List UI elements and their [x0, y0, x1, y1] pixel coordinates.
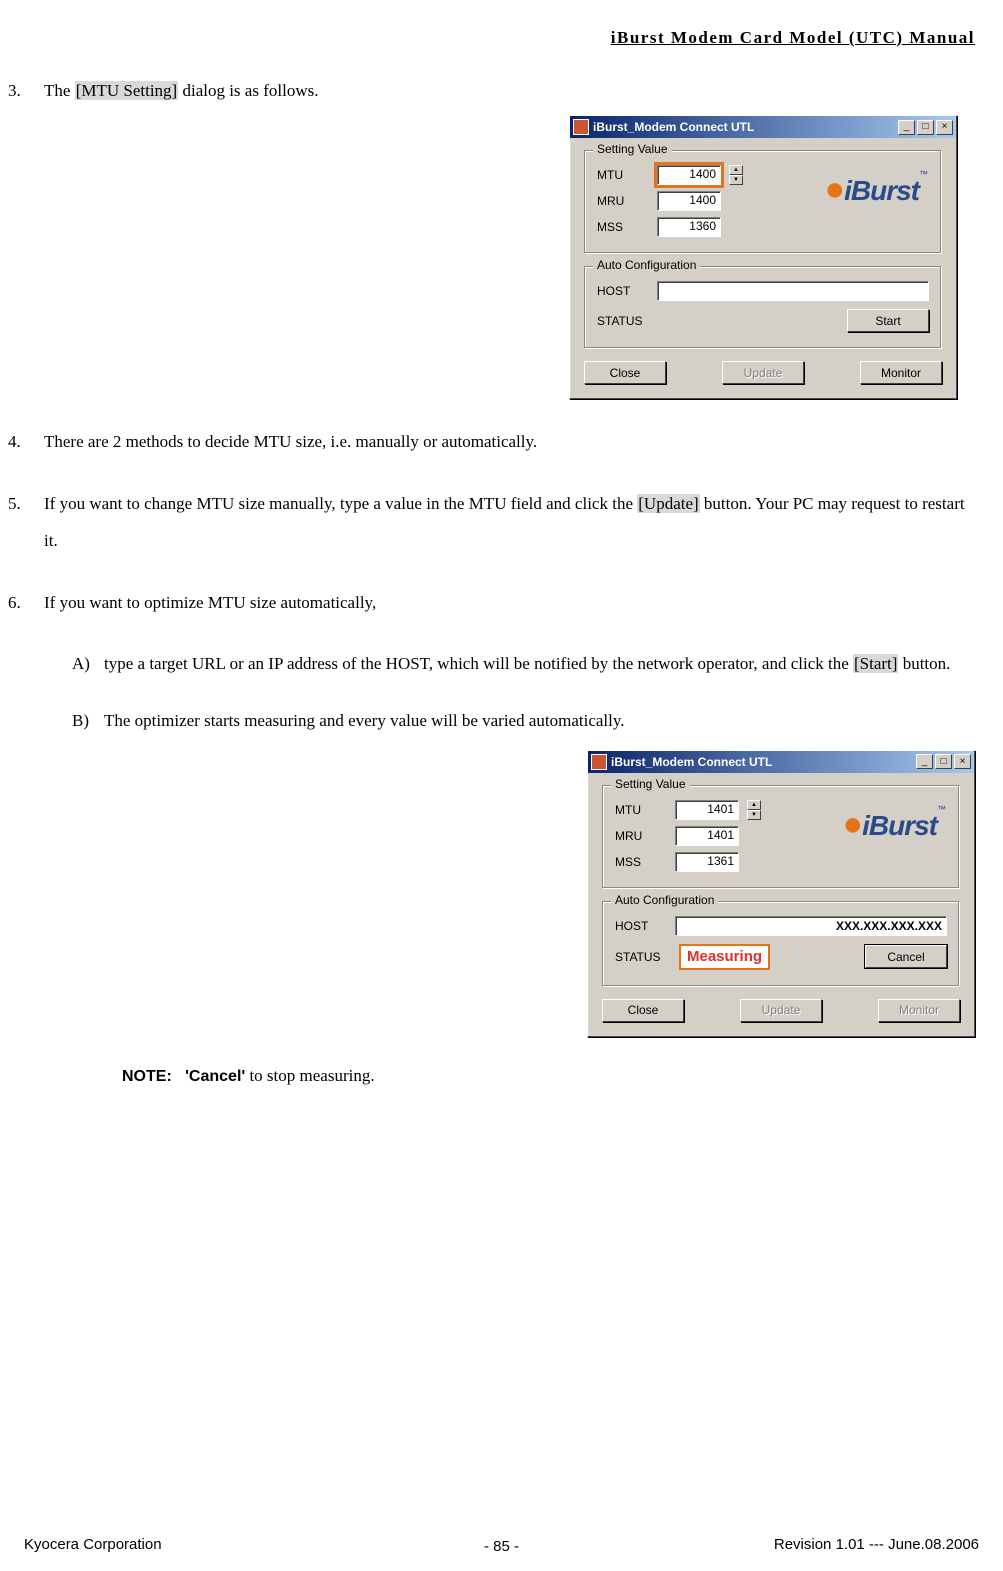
close-button[interactable]: ×	[936, 120, 953, 135]
iburst-logo: ●iBurst™	[825, 169, 927, 210]
update-button[interactable]: Update	[722, 361, 804, 384]
li6-text: If you want to optimize MTU size automat…	[44, 593, 376, 612]
host-label: HOST	[597, 284, 649, 298]
mtu-input[interactable]: 1401	[675, 800, 739, 820]
mtu-dialog-2: iBurst_Modem Connect UTL _ □ × Setting V…	[587, 750, 975, 1037]
group-setting-value: Setting Value	[611, 777, 690, 791]
list-item-4: There are 2 methods to decide MTU size, …	[8, 423, 975, 460]
group-setting-value: Setting Value	[593, 142, 672, 156]
spin-up-icon[interactable]: ▲	[747, 800, 761, 810]
mru-label: MRU	[597, 194, 649, 208]
iburst-logo: ●iBurst™	[843, 804, 945, 845]
update-button[interactable]: Update	[740, 999, 822, 1022]
li3-highlight: [MTU Setting]	[75, 81, 179, 100]
mss-label: MSS	[597, 220, 649, 234]
close-dialog-button[interactable]: Close	[602, 999, 684, 1022]
mss-input[interactable]: 1360	[657, 217, 721, 237]
spin-down-icon[interactable]: ▼	[747, 810, 761, 820]
minimize-button[interactable]: _	[916, 754, 933, 769]
li5-highlight: [Update]	[637, 494, 699, 513]
host-label: HOST	[615, 919, 667, 933]
list-item-6: If you want to optimize MTU size automat…	[8, 584, 975, 1095]
cancel-button[interactable]: Cancel	[865, 945, 947, 968]
list-item-3: The [MTU Setting] dialog is as follows. …	[8, 72, 975, 399]
host-input[interactable]	[657, 281, 929, 301]
status-label: STATUS	[615, 950, 671, 964]
host-input[interactable]: XXX.XXX.XXX.XXX	[675, 916, 947, 936]
minimize-button[interactable]: _	[898, 120, 915, 135]
mtu-spinner[interactable]: ▲▼	[747, 800, 761, 820]
sub-item-b: B) The optimizer starts measuring and ev…	[72, 702, 975, 1036]
note-rest: to stop measuring.	[245, 1066, 374, 1085]
list-item-5: If you want to change MTU size manually,…	[8, 485, 975, 560]
li6a-highlight: [Start]	[853, 654, 898, 673]
mtu-dialog-1: iBurst_Modem Connect UTL _ □ × Setting V…	[569, 115, 957, 399]
maximize-button[interactable]: □	[917, 120, 934, 135]
window-title: iBurst_Modem Connect UTL	[593, 120, 896, 134]
titlebar: iBurst_Modem Connect UTL _ □ ×	[588, 751, 974, 773]
start-button[interactable]: Start	[847, 309, 929, 332]
mtu-label: MTU	[597, 168, 649, 182]
mru-input[interactable]: 1401	[675, 826, 739, 846]
footer-left: Kyocera Corporation	[24, 1536, 162, 1553]
page-footer: Kyocera Corporation - 85 - Revision 1.01…	[24, 1536, 979, 1553]
page-content: The [MTU Setting] dialog is as follows. …	[8, 72, 975, 1094]
page-header: iBurst Modem Card Model (UTC) Manual	[8, 28, 975, 48]
close-button[interactable]: ×	[954, 754, 971, 769]
li3-text-post: dialog is as follows.	[178, 81, 318, 100]
group-auto-config: Auto Configuration	[593, 258, 700, 272]
mss-input[interactable]: 1361	[675, 852, 739, 872]
app-icon	[573, 119, 589, 135]
group-auto-config: Auto Configuration	[611, 893, 718, 907]
mss-label: MSS	[615, 855, 667, 869]
li6a-post: button.	[898, 654, 950, 673]
li3-text-pre: The	[44, 81, 75, 100]
window-title: iBurst_Modem Connect UTL	[611, 755, 914, 769]
note-label: NOTE:	[122, 1068, 172, 1085]
status-label: STATUS	[597, 314, 659, 328]
marker-b: B)	[72, 702, 89, 739]
li5-text-pre: If you want to change MTU size manually,…	[44, 494, 637, 513]
spin-up-icon[interactable]: ▲	[729, 165, 743, 175]
maximize-button[interactable]: □	[935, 754, 952, 769]
mtu-spinner[interactable]: ▲▼	[729, 165, 743, 185]
li6b-text: The optimizer starts measuring and every…	[104, 711, 625, 730]
monitor-button[interactable]: Monitor	[878, 999, 960, 1022]
li6a-pre: type a target URL or an IP address of th…	[104, 654, 853, 673]
app-icon	[591, 754, 607, 770]
note: NOTE: 'Cancel' to stop measuring.	[44, 1057, 975, 1094]
mru-input[interactable]: 1400	[657, 191, 721, 211]
sub-item-a: A) type a target URL or an IP address of…	[72, 645, 975, 682]
close-dialog-button[interactable]: Close	[584, 361, 666, 384]
status-value: Measuring	[679, 944, 770, 970]
marker-a: A)	[72, 645, 90, 682]
note-cancel: 'Cancel'	[185, 1068, 245, 1085]
footer-right: Revision 1.01 --- June.08.2006	[774, 1536, 979, 1553]
spin-down-icon[interactable]: ▼	[729, 175, 743, 185]
monitor-button[interactable]: Monitor	[860, 361, 942, 384]
page-number: - 85 -	[484, 1538, 519, 1555]
mtu-input[interactable]: 1400	[657, 165, 721, 185]
mru-label: MRU	[615, 829, 667, 843]
mtu-label: MTU	[615, 803, 667, 817]
titlebar: iBurst_Modem Connect UTL _ □ ×	[570, 116, 956, 138]
